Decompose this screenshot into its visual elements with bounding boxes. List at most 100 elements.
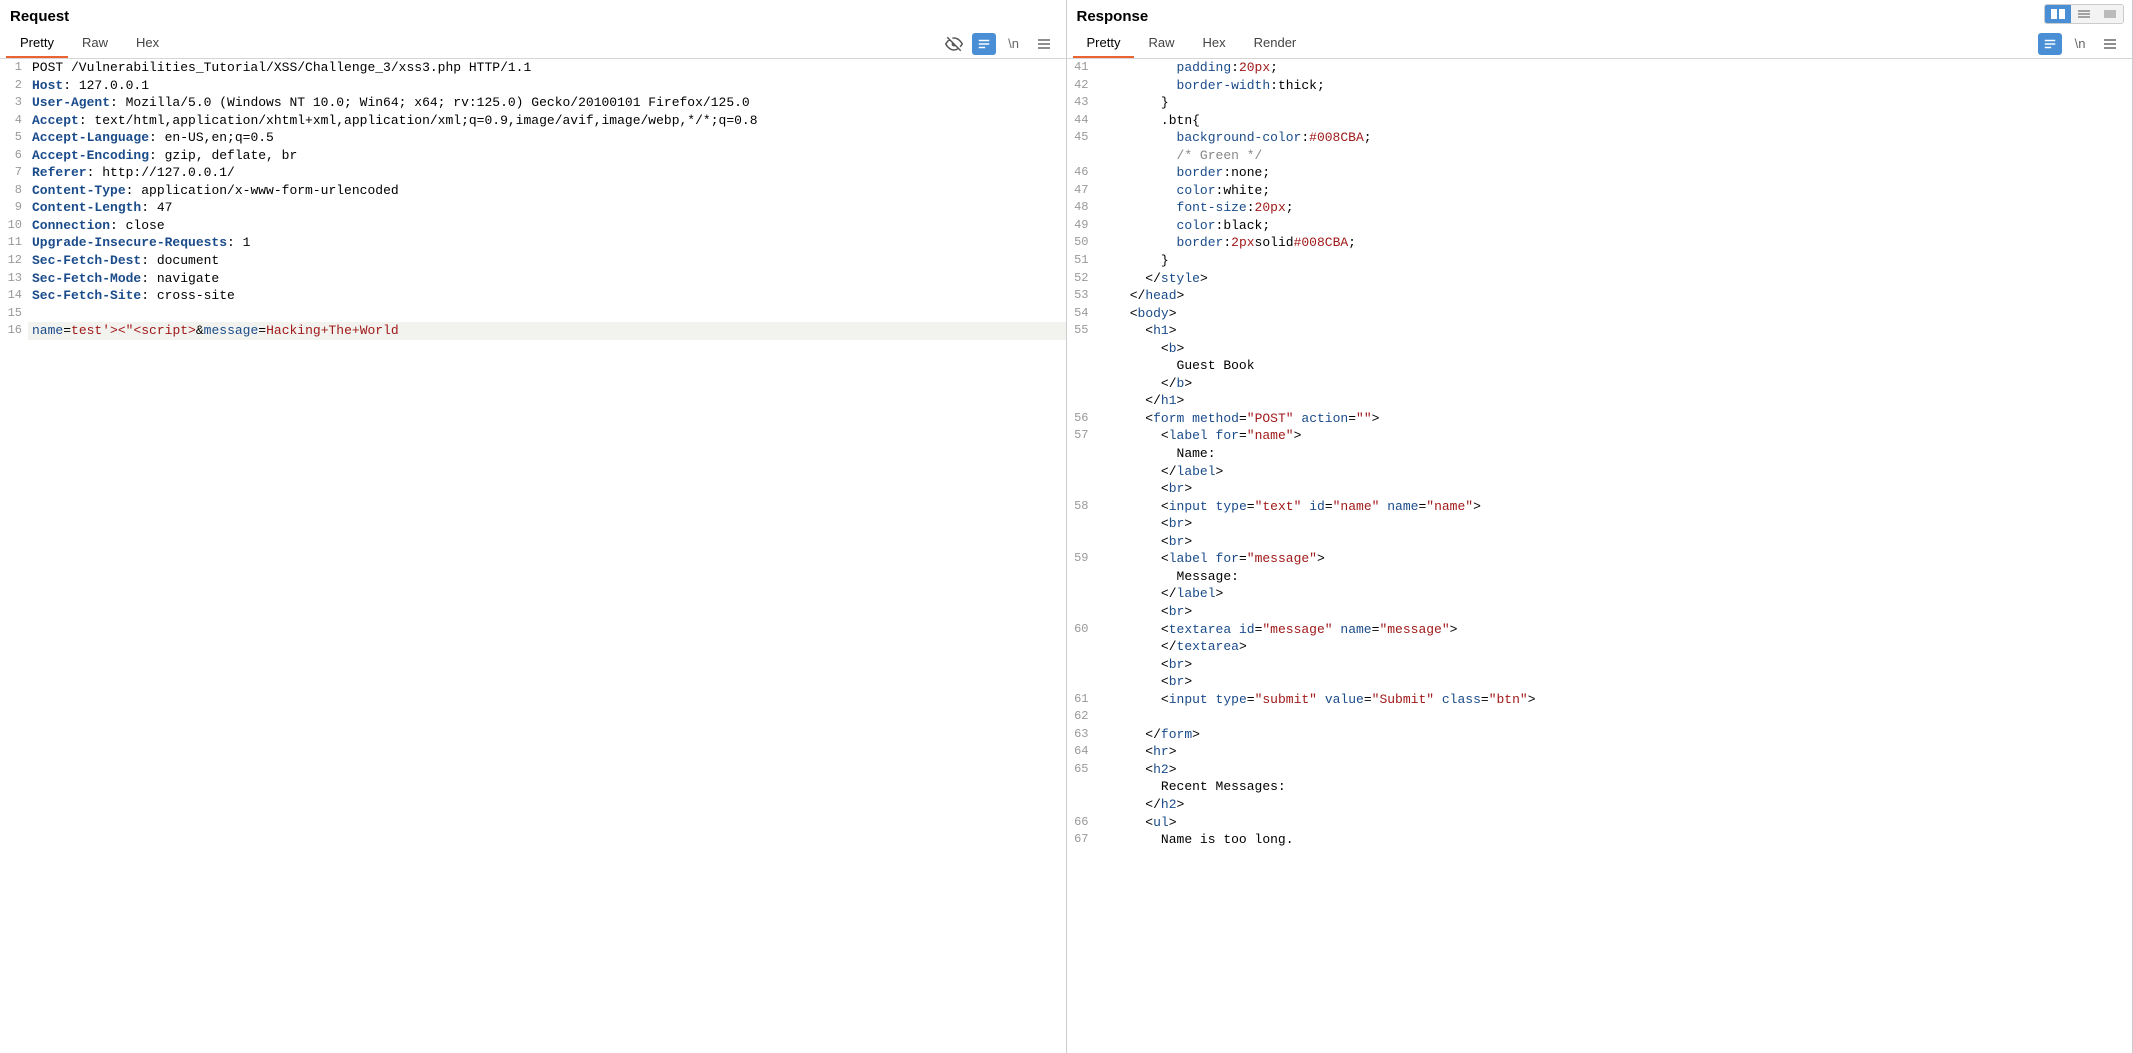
- code-content[interactable]: Content-Length: 47: [28, 199, 1066, 217]
- code-content[interactable]: Recent Messages:: [1095, 778, 2133, 796]
- code-line[interactable]: 13Sec-Fetch-Mode: navigate: [0, 270, 1066, 288]
- code-line[interactable]: 46 border:none;: [1067, 164, 2133, 182]
- code-content[interactable]: <label for="message">: [1095, 550, 2133, 568]
- code-content[interactable]: </head>: [1095, 287, 2133, 305]
- code-content[interactable]: </h1>: [1095, 392, 2133, 410]
- tab-pretty[interactable]: Pretty: [1073, 29, 1135, 58]
- visibility-off-icon[interactable]: [942, 33, 966, 55]
- code-content[interactable]: Accept-Language: en-US,en;q=0.5: [28, 129, 1066, 147]
- code-content[interactable]: Sec-Fetch-Mode: navigate: [28, 270, 1066, 288]
- code-line[interactable]: 52 </style>: [1067, 270, 2133, 288]
- code-content[interactable]: color:black;: [1095, 217, 2133, 235]
- code-line[interactable]: 50 border:2pxsolid#008CBA;: [1067, 234, 2133, 252]
- code-line[interactable]: 10Connection: close: [0, 217, 1066, 235]
- show-whitespace-icon[interactable]: \n: [1002, 33, 1026, 55]
- hamburger-icon[interactable]: [2098, 33, 2122, 55]
- code-line[interactable]: Name:: [1067, 445, 2133, 463]
- code-content[interactable]: border-width:thick;: [1095, 77, 2133, 95]
- code-line[interactable]: 45 background-color:#008CBA;: [1067, 129, 2133, 147]
- code-content[interactable]: <textarea id="message" name="message">: [1095, 621, 2133, 639]
- code-content[interactable]: }: [1095, 252, 2133, 270]
- code-content[interactable]: </label>: [1095, 463, 2133, 481]
- code-line[interactable]: <br>: [1067, 480, 2133, 498]
- code-line[interactable]: <br>: [1067, 656, 2133, 674]
- code-line[interactable]: /* Green */: [1067, 147, 2133, 165]
- code-line[interactable]: <br>: [1067, 673, 2133, 691]
- code-line[interactable]: 4Accept: text/html,application/xhtml+xml…: [0, 112, 1066, 130]
- code-line[interactable]: <br>: [1067, 515, 2133, 533]
- hamburger-icon[interactable]: [1032, 33, 1056, 55]
- code-line[interactable]: 56 <form method="POST" action="">: [1067, 410, 2133, 428]
- layout-single-icon[interactable]: [2097, 5, 2123, 23]
- code-line[interactable]: </b>: [1067, 375, 2133, 393]
- code-content[interactable]: <h1>: [1095, 322, 2133, 340]
- code-line[interactable]: 8Content-Type: application/x-www-form-ur…: [0, 182, 1066, 200]
- code-content[interactable]: <br>: [1095, 673, 2133, 691]
- code-line[interactable]: 14Sec-Fetch-Site: cross-site: [0, 287, 1066, 305]
- code-content[interactable]: User-Agent: Mozilla/5.0 (Windows NT 10.0…: [28, 94, 1066, 112]
- code-content[interactable]: </h2>: [1095, 796, 2133, 814]
- code-line[interactable]: 12Sec-Fetch-Dest: document: [0, 252, 1066, 270]
- code-line[interactable]: 61 <input type="submit" value="Submit" c…: [1067, 691, 2133, 709]
- code-line[interactable]: <br>: [1067, 533, 2133, 551]
- code-line[interactable]: 62: [1067, 708, 2133, 726]
- code-line[interactable]: <b>: [1067, 340, 2133, 358]
- code-line[interactable]: 43 }: [1067, 94, 2133, 112]
- code-line[interactable]: 11Upgrade-Insecure-Requests: 1: [0, 234, 1066, 252]
- tab-hex[interactable]: Hex: [1188, 29, 1239, 58]
- code-line[interactable]: 58 <input type="text" id="name" name="na…: [1067, 498, 2133, 516]
- code-line[interactable]: 55 <h1>: [1067, 322, 2133, 340]
- code-line[interactable]: 16name=test'><"<script>&message=Hacking+…: [0, 322, 1066, 340]
- code-content[interactable]: font-size:20px;: [1095, 199, 2133, 217]
- wrap-lines-icon[interactable]: [2038, 33, 2062, 55]
- code-content[interactable]: <ul>: [1095, 814, 2133, 832]
- code-content[interactable]: Accept: text/html,application/xhtml+xml,…: [28, 112, 1066, 130]
- tab-raw[interactable]: Raw: [1134, 29, 1188, 58]
- code-line[interactable]: 57 <label for="name">: [1067, 427, 2133, 445]
- code-content[interactable]: .btn{: [1095, 112, 2133, 130]
- code-line[interactable]: 47 color:white;: [1067, 182, 2133, 200]
- code-content[interactable]: <h2>: [1095, 761, 2133, 779]
- code-line[interactable]: 48 font-size:20px;: [1067, 199, 2133, 217]
- code-content[interactable]: Accept-Encoding: gzip, deflate, br: [28, 147, 1066, 165]
- code-line[interactable]: 1POST /Vulnerabilities_Tutorial/XSS/Chal…: [0, 59, 1066, 77]
- code-content[interactable]: }: [1095, 94, 2133, 112]
- code-content[interactable]: border:2pxsolid#008CBA;: [1095, 234, 2133, 252]
- code-line[interactable]: 7Referer: http://127.0.0.1/: [0, 164, 1066, 182]
- wrap-lines-icon[interactable]: [972, 33, 996, 55]
- tab-hex[interactable]: Hex: [122, 29, 173, 58]
- code-content[interactable]: Name is too long.: [1095, 831, 2133, 849]
- code-line[interactable]: 65 <h2>: [1067, 761, 2133, 779]
- code-line[interactable]: 49 color:black;: [1067, 217, 2133, 235]
- code-line[interactable]: </h1>: [1067, 392, 2133, 410]
- code-line[interactable]: 64 <hr>: [1067, 743, 2133, 761]
- code-line[interactable]: 6Accept-Encoding: gzip, deflate, br: [0, 147, 1066, 165]
- code-content[interactable]: <form method="POST" action="">: [1095, 410, 2133, 428]
- layout-columns-icon[interactable]: [2045, 5, 2071, 23]
- code-content[interactable]: <body>: [1095, 305, 2133, 323]
- code-content[interactable]: </style>: [1095, 270, 2133, 288]
- code-content[interactable]: Sec-Fetch-Dest: document: [28, 252, 1066, 270]
- tab-raw[interactable]: Raw: [68, 29, 122, 58]
- response-code-viewer[interactable]: 41 padding:20px;42 border-width:thick;43…: [1067, 59, 2133, 1053]
- code-content[interactable]: Connection: close: [28, 217, 1066, 235]
- code-line[interactable]: </h2>: [1067, 796, 2133, 814]
- code-content[interactable]: Name:: [1095, 445, 2133, 463]
- code-line[interactable]: 51 }: [1067, 252, 2133, 270]
- code-line[interactable]: 15: [0, 305, 1066, 323]
- code-line[interactable]: 2Host: 127.0.0.1: [0, 77, 1066, 95]
- code-content[interactable]: <br>: [1095, 533, 2133, 551]
- code-content[interactable]: </label>: [1095, 585, 2133, 603]
- code-content[interactable]: POST /Vulnerabilities_Tutorial/XSS/Chall…: [28, 59, 1066, 77]
- code-content[interactable]: Host: 127.0.0.1: [28, 77, 1066, 95]
- code-line[interactable]: </textarea>: [1067, 638, 2133, 656]
- code-content[interactable]: Guest Book: [1095, 357, 2133, 375]
- layout-rows-icon[interactable]: [2071, 5, 2097, 23]
- code-content[interactable]: <input type="text" id="name" name="name"…: [1095, 498, 2133, 516]
- code-content[interactable]: border:none;: [1095, 164, 2133, 182]
- code-line[interactable]: <br>: [1067, 603, 2133, 621]
- code-content[interactable]: Sec-Fetch-Site: cross-site: [28, 287, 1066, 305]
- code-line[interactable]: Guest Book: [1067, 357, 2133, 375]
- code-line[interactable]: Message:: [1067, 568, 2133, 586]
- code-content[interactable]: <input type="submit" value="Submit" clas…: [1095, 691, 2133, 709]
